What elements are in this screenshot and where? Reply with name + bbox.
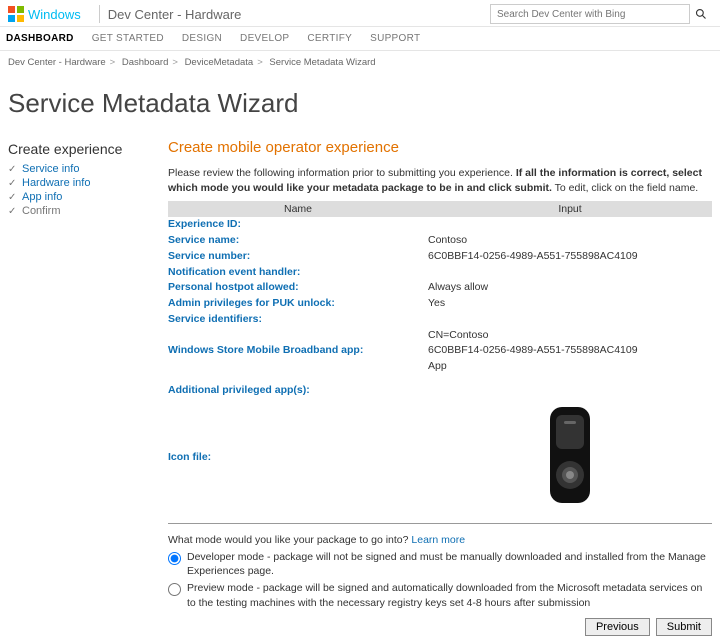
step-label: Confirm: [22, 205, 61, 217]
field-value: Always allow: [428, 280, 712, 296]
crumb-root[interactable]: Dev Center - Hardware: [8, 57, 106, 68]
row-notification-handler: Notification event handler:: [168, 265, 712, 281]
check-icon: ✓: [8, 178, 22, 189]
check-icon: ✓: [8, 164, 22, 175]
step-label: Hardware info: [22, 177, 90, 189]
windows-logo-icon: [8, 6, 24, 22]
device-icon: [546, 405, 594, 505]
check-icon: ✓: [8, 206, 22, 217]
nav-support[interactable]: SUPPORT: [370, 33, 420, 44]
mode-developer-label: Developer mode - package will not be sig…: [187, 550, 712, 579]
mode-question: What mode would you like your package to…: [168, 534, 712, 546]
search-box[interactable]: [490, 4, 690, 24]
field-label[interactable]: Service number:: [168, 249, 428, 265]
action-buttons: Previous Submit: [168, 618, 712, 636]
nav-get-started[interactable]: GET STARTED: [92, 33, 164, 44]
row-service-identifiers: Service identifiers:: [168, 312, 712, 328]
field-value: Yes: [428, 296, 712, 312]
sidebar-heading: Create experience: [8, 141, 168, 157]
row-experience-id: Experience ID:: [168, 217, 712, 233]
nav-dashboard[interactable]: DASHBOARD: [6, 33, 74, 44]
row-additional-apps: Additional privileged app(s):: [168, 383, 712, 399]
field-value: [428, 383, 712, 399]
step-confirm[interactable]: ✓ Confirm: [8, 205, 168, 217]
field-value: 6C0BBF14-0256-4989-A551-755898AC4109: [428, 249, 712, 265]
nav-develop[interactable]: DEVELOP: [240, 33, 289, 44]
page-title: Service Metadata Wizard: [0, 74, 720, 123]
section-heading: Create mobile operator experience: [168, 139, 712, 156]
field-value: [428, 217, 712, 233]
field-label[interactable]: Notification event handler:: [168, 265, 428, 281]
field-label[interactable]: Service name:: [168, 233, 428, 249]
breadcrumb: Dev Center - Hardware > Dashboard > Device…: [0, 51, 720, 74]
learn-more-link[interactable]: Learn more: [411, 534, 465, 546]
step-service-info[interactable]: ✓ Service info: [8, 163, 168, 175]
field-label[interactable]: Admin privileges for PUK unlock:: [168, 296, 428, 312]
nav-certify[interactable]: CERTIFY: [307, 33, 352, 44]
col-name: Name: [168, 201, 428, 217]
section-divider: [168, 523, 712, 524]
check-icon: ✓: [8, 192, 22, 203]
mode-question-text: What mode would you like your package to…: [168, 534, 408, 546]
crumb-sep: >: [172, 57, 178, 68]
mode-preview-label: Preview mode - package will be signed an…: [187, 581, 712, 610]
mode-preview[interactable]: Preview mode - package will be signed an…: [168, 581, 712, 610]
submit-button[interactable]: Submit: [656, 618, 712, 636]
field-value: CN=Contoso 6C0BBF14-0256-4989-A551-75589…: [428, 328, 712, 375]
step-hardware-info[interactable]: ✓ Hardware info: [8, 177, 168, 189]
field-value: Contoso: [428, 233, 712, 249]
row-service-name: Service name: Contoso: [168, 233, 712, 249]
mode-developer[interactable]: Developer mode - package will not be sig…: [168, 550, 712, 579]
field-value: [428, 399, 712, 517]
mode-developer-radio[interactable]: [168, 552, 181, 565]
previous-button[interactable]: Previous: [585, 618, 650, 636]
brand-text[interactable]: Windows: [28, 7, 81, 22]
row-icon-file: Icon file:: [168, 399, 712, 517]
row-hotspot: Personal hostpot allowed: Always allow: [168, 280, 712, 296]
nav-design[interactable]: DESIGN: [182, 33, 222, 44]
step-app-info[interactable]: ✓ App info: [8, 191, 168, 203]
crumb-sep: >: [257, 57, 263, 68]
step-label: App info: [22, 191, 62, 203]
field-value: [428, 265, 712, 281]
wizard-sidebar: Create experience ✓ Service info ✓ Hardw…: [8, 123, 168, 636]
col-input: Input: [428, 201, 712, 217]
instructions-tail: To edit, click on the field name.: [552, 182, 698, 194]
field-value: [428, 312, 712, 328]
crumb-current: Service Metadata Wizard: [269, 57, 375, 68]
mode-preview-radio[interactable]: [168, 583, 181, 596]
row-admin-puk: Admin privileges for PUK unlock: Yes: [168, 296, 712, 312]
step-label: Service info: [22, 163, 79, 175]
field-label[interactable]: Additional privileged app(s):: [168, 383, 428, 399]
crumb-dashboard[interactable]: Dashboard: [122, 57, 168, 68]
crumb-sep: >: [110, 57, 116, 68]
field-label[interactable]: Experience ID:: [168, 217, 428, 233]
field-label[interactable]: Windows Store Mobile Broadband app:: [168, 343, 428, 359]
primary-nav: DASHBOARD GET STARTED DESIGN DEVELOP CER…: [0, 27, 720, 51]
main-panel: Create mobile operator experience Please…: [168, 123, 712, 636]
field-label[interactable]: Icon file:: [168, 450, 428, 466]
row-service-number: Service number: 6C0BBF14-0256-4989-A551-…: [168, 249, 712, 265]
search-icon: [695, 8, 707, 20]
global-header: Windows Dev Center - Hardware: [0, 0, 720, 27]
search-button[interactable]: [690, 4, 712, 24]
instructions: Please review the following information …: [168, 166, 712, 195]
row-store-app: Windows Store Mobile Broadband app: CN=C…: [168, 328, 712, 375]
field-label[interactable]: Service identifiers:: [168, 312, 428, 328]
site-title[interactable]: Dev Center - Hardware: [108, 7, 490, 22]
review-table-header: Name Input: [168, 201, 712, 217]
field-label[interactable]: Personal hostpot allowed:: [168, 280, 428, 296]
header-divider: [99, 5, 100, 23]
search-input[interactable]: [491, 7, 689, 22]
instructions-plain: Please review the following information …: [168, 167, 516, 179]
crumb-devicemetadata[interactable]: DeviceMetadata: [185, 57, 254, 68]
